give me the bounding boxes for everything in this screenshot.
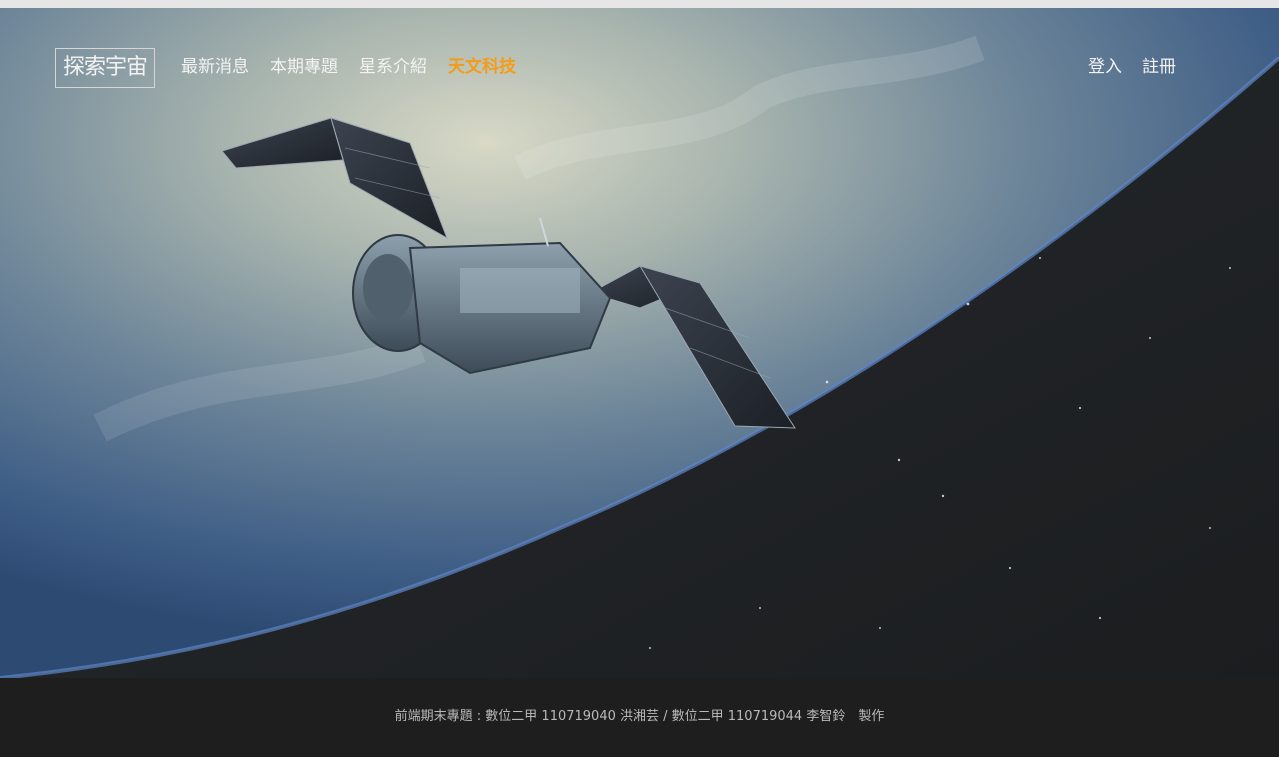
footer: 前端期末專題 : 數位二甲 110719040 洪湘芸 / 數位二甲 11071… [0,678,1279,757]
nav-links: 最新消息 本期專題 星系介紹 天文科技 [181,56,516,78]
top-navigation: 探索宇宙 最新消息 本期專題 星系介紹 天文科技 登入 註冊 [0,48,1279,88]
auth-links: 登入 註冊 [1088,56,1176,78]
nav-item-astro-tech[interactable]: 天文科技 [448,56,516,78]
footer-credit: 前端期末專題 : 數位二甲 110719040 洪湘芸 / 數位二甲 11071… [394,709,885,724]
nav-item-feature-topic[interactable]: 本期專題 [270,56,338,78]
hero-banner: 探索宇宙 最新消息 本期專題 星系介紹 天文科技 登入 註冊 [0,8,1279,678]
nav-item-galaxies[interactable]: 星系介紹 [359,56,427,78]
hero-image [0,8,1279,678]
nav-item-latest-news[interactable]: 最新消息 [181,56,249,78]
login-link[interactable]: 登入 [1088,56,1122,78]
browser-top-strip [0,0,1279,8]
site-logo[interactable]: 探索宇宙 [55,48,155,88]
register-link[interactable]: 註冊 [1142,56,1176,78]
